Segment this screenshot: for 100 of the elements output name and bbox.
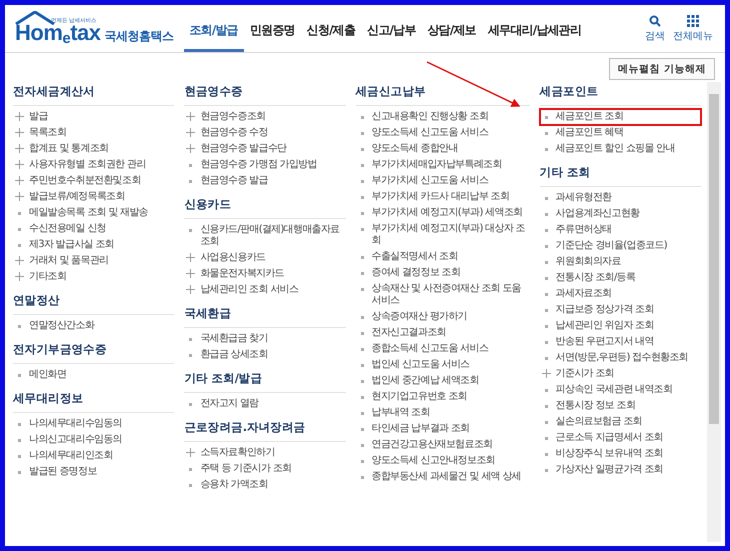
menu-item[interactable]: 종합소득세 신고도움 서비스 [356, 341, 530, 357]
menu-item[interactable]: 피상속인 국세관련 내역조회 [540, 382, 701, 398]
menu-item[interactable]: 상속증여재산 평가하기 [356, 309, 530, 325]
menu-item[interactable]: 현금영수증 발급 [184, 173, 346, 189]
scrollbar[interactable] [707, 82, 721, 542]
menu-item[interactable]: 부가가치세 카드사 대리납부 조회 [356, 189, 530, 205]
menu-item[interactable]: 국세환급금 찾기 [184, 331, 346, 347]
menu-item[interactable]: 종합부동산세 과세물건 및 세액 상세 [356, 469, 530, 485]
menu-item[interactable]: 세금포인트 혜택 [540, 125, 701, 141]
menu-item[interactable]: 양도소득세 종합안내 [356, 141, 530, 157]
nav-tab[interactable]: 신고/납부 [361, 5, 422, 52]
menu-item[interactable]: 비상장주식 보유내역 조회 [540, 446, 701, 462]
menu-item[interactable]: 서면(방문,우편등) 접수현황조회 [540, 350, 701, 366]
collapse-toggle-button[interactable]: 메뉴펼침 기능해제 [609, 58, 715, 80]
menu-item[interactable]: 수출실적명세서 조회 [356, 249, 530, 265]
menu-item[interactable]: 전통시장 정보 조회 [540, 398, 701, 414]
menu-item[interactable]: 부가가치세매입자납부특례조회 [356, 157, 530, 173]
menu-item[interactable]: 거래처 및 품목관리 [13, 253, 174, 269]
menu-item[interactable]: 상속재산 및 사전증여재산 조회 도움 서비스 [356, 281, 530, 309]
bullet-icon [544, 469, 548, 472]
menu-item[interactable]: 기준시가 조회 [540, 366, 701, 382]
menu-item[interactable]: 메인화면 [13, 367, 174, 383]
menu-item[interactable]: 실손의료보험금 조회 [540, 414, 701, 430]
menu-item[interactable]: 수신전용메일 신청 [13, 221, 174, 237]
menu-item[interactable]: 나의세무대리인조회 [13, 448, 174, 464]
menu-item[interactable]: 제3자 발급사실 조회 [13, 237, 174, 253]
menu-item[interactable]: 가상자산 일평균가격 조회 [540, 462, 701, 478]
menu-item[interactable]: 전자신고결과조회 [356, 325, 530, 341]
menu-item[interactable]: 현금영수증 수정 [184, 125, 346, 141]
menu-item[interactable]: 주류면허상태 [540, 222, 701, 238]
nav-tab[interactable]: 신청/제출 [300, 5, 362, 52]
menu-item[interactable]: 근로소득 지급명세서 조회 [540, 430, 701, 446]
menu-item[interactable]: 법인세 신고도움 서비스 [356, 357, 530, 373]
menu-item[interactable]: 기준단순 경비율(업종코드) [540, 238, 701, 254]
nav-tab[interactable]: 상담/제보 [422, 5, 482, 52]
bullet-icon [360, 272, 364, 275]
menu-item[interactable]: 발급 [13, 109, 174, 125]
menu-item[interactable]: 과세유형전환 [540, 190, 701, 206]
menu-item[interactable]: 부가가치세 예정고지(부과) 세액조회 [356, 205, 530, 221]
menu-item[interactable]: 현지기업고유번호 조회 [356, 389, 530, 405]
bullet-icon [544, 261, 548, 264]
menu-item[interactable]: 부가가치세 신고도움 서비스 [356, 173, 530, 189]
section-title: 현금영수증 [184, 82, 346, 106]
menu-item[interactable]: 납세관리인 조회 서비스 [184, 282, 346, 298]
menu-item[interactable]: 승용차 가액조회 [184, 477, 346, 493]
menu-item[interactable]: 사용자유형별 조회권한 관리 [13, 157, 174, 173]
menu-item[interactable]: 주택 등 기준시가 조회 [184, 461, 346, 477]
logo-name[interactable]: 국세청홈택스 [104, 28, 174, 45]
menu-item[interactable]: 연금건강고용산재보험료조회 [356, 437, 530, 453]
menu-item[interactable]: 신용카드/판매(결제)대행매출자료조회 [184, 222, 346, 250]
nav-tab[interactable]: 조회/발급 [184, 5, 244, 52]
plus-icon [186, 128, 196, 137]
search-link[interactable]: 검색 [645, 28, 665, 42]
menu-item[interactable]: 메일발송목록 조회 및 재발송 [13, 205, 174, 221]
menu-item[interactable]: 법인세 중간예납 세액조회 [356, 373, 530, 389]
bullet-icon [360, 116, 364, 119]
menu-item[interactable]: 소득자료확인하기 [184, 445, 346, 461]
menu-item[interactable]: 화물운전자복지카드 [184, 266, 346, 282]
menu-item[interactable]: 발급보류/예정목록조회 [13, 189, 174, 205]
menu-item[interactable]: 위원회회의자료 [540, 254, 701, 270]
menu-item[interactable]: 현금영수증 가맹점 가입방법 [184, 157, 346, 173]
bullet-icon [544, 245, 548, 248]
menu-item[interactable]: 양도소득세 신고안내정보조회 [356, 453, 530, 469]
menu-item[interactable]: 사업용신용카드 [184, 250, 346, 266]
plus-icon [15, 112, 24, 121]
grid-menu-icon [687, 14, 699, 26]
menu-item[interactable]: 목록조회 [13, 125, 174, 141]
menu-item[interactable]: 전자고지 열람 [184, 396, 346, 412]
plus-icon [186, 448, 196, 457]
menu-item[interactable]: 타인세금 납부결과 조회 [356, 421, 530, 437]
menu-item[interactable]: 납부내역 조회 [356, 405, 530, 421]
logo-wordmark[interactable]: Hom$_{e}$tax [15, 22, 101, 50]
menu-item[interactable]: 합계표 및 통계조회 [13, 141, 174, 157]
menu-item[interactable]: 환급금 상세조회 [184, 347, 346, 363]
menu-item[interactable]: 주민번호수취분전환및조회 [13, 173, 174, 189]
menu-item[interactable]: 연말정산간소화 [13, 318, 174, 334]
menu-item[interactable]: 반송된 우편고지서 내역 [540, 334, 701, 350]
menu-item[interactable]: 나의신고대리수임동의 [13, 432, 174, 448]
all-menu-link[interactable]: 전체메뉴 [673, 28, 713, 42]
menu-item[interactable]: 사업용계좌신고현황 [540, 206, 701, 222]
menu-item[interactable]: 증여세 결정정보 조회 [356, 265, 530, 281]
nav-tab[interactable]: 세무대리/납세관리 [482, 5, 588, 52]
menu-item[interactable]: 지급보증 정상가격 조회 [540, 302, 701, 318]
menu-item[interactable]: 납세관리인 위임자 조회 [540, 318, 701, 334]
menu-item[interactable]: 전통시장 조회/등록 [540, 270, 701, 286]
menu-item[interactable]: 양도소득세 신고도움 서비스 [356, 125, 530, 141]
menu-item[interactable]: 부가가치세 예정고지(부과) 대상자 조회 [356, 221, 530, 249]
menu-item[interactable]: 세금포인트 조회 [540, 109, 701, 125]
bullet-icon [360, 444, 364, 447]
menu-item[interactable]: 신고내용확인 진행상황 조회 [356, 109, 530, 125]
bullet-icon [360, 132, 364, 135]
menu-item[interactable]: 발급된 증명정보 [13, 464, 174, 480]
nav-tab[interactable]: 민원증명 [244, 5, 301, 52]
menu-item[interactable]: 기타조회 [13, 269, 174, 285]
plus-icon [186, 285, 196, 294]
menu-item[interactable]: 세금포인트 할인 쇼핑몰 안내 [540, 141, 701, 157]
menu-item[interactable]: 나의세무대리수임동의 [13, 416, 174, 432]
menu-item[interactable]: 과세자료조회 [540, 286, 701, 302]
menu-item[interactable]: 현금영수증 발급수단 [184, 141, 346, 157]
menu-item[interactable]: 현금영수증조회 [184, 109, 346, 125]
